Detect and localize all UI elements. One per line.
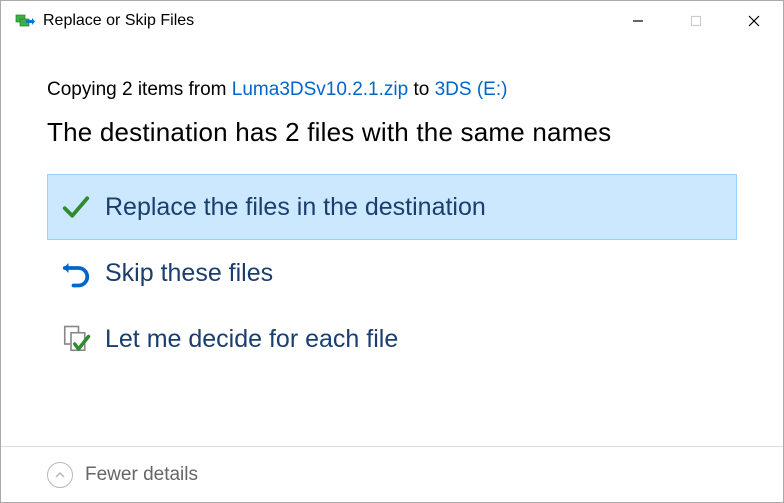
conflict-headline: The destination has 2 files with the sam… xyxy=(47,117,737,148)
copying-status: Copying 2 items from Luma3DSv10.2.1.zip … xyxy=(47,79,737,101)
option-decide[interactable]: Let me decide for each file xyxy=(47,306,737,372)
option-replace[interactable]: Replace the files in the destination xyxy=(47,174,737,240)
copying-prefix: Copying 2 items from xyxy=(47,79,232,100)
close-button[interactable] xyxy=(725,1,783,41)
fewer-details-label[interactable]: Fewer details xyxy=(85,464,198,486)
maximize-button xyxy=(667,1,725,41)
window-controls xyxy=(609,1,783,41)
dest-link[interactable]: 3DS (E:) xyxy=(435,79,508,100)
window-title: Replace or Skip Files xyxy=(43,12,609,30)
footer: Fewer details xyxy=(1,446,783,502)
undo-icon xyxy=(61,258,91,288)
options-list: Replace the files in the destination Ski… xyxy=(47,174,737,372)
compare-files-icon xyxy=(61,324,91,354)
minimize-button[interactable] xyxy=(609,1,667,41)
check-icon xyxy=(61,192,91,222)
option-skip[interactable]: Skip these files xyxy=(47,240,737,306)
content-area: Copying 2 items from Luma3DSv10.2.1.zip … xyxy=(1,41,783,446)
source-link[interactable]: Luma3DSv10.2.1.zip xyxy=(232,79,408,100)
option-replace-label: Replace the files in the destination xyxy=(105,193,486,222)
copying-mid: to xyxy=(408,79,434,100)
titlebar: Replace or Skip Files xyxy=(1,1,783,41)
app-icon xyxy=(15,11,35,31)
option-decide-label: Let me decide for each file xyxy=(105,325,398,354)
chevron-up-icon[interactable] xyxy=(47,462,73,488)
option-skip-label: Skip these files xyxy=(105,259,273,288)
